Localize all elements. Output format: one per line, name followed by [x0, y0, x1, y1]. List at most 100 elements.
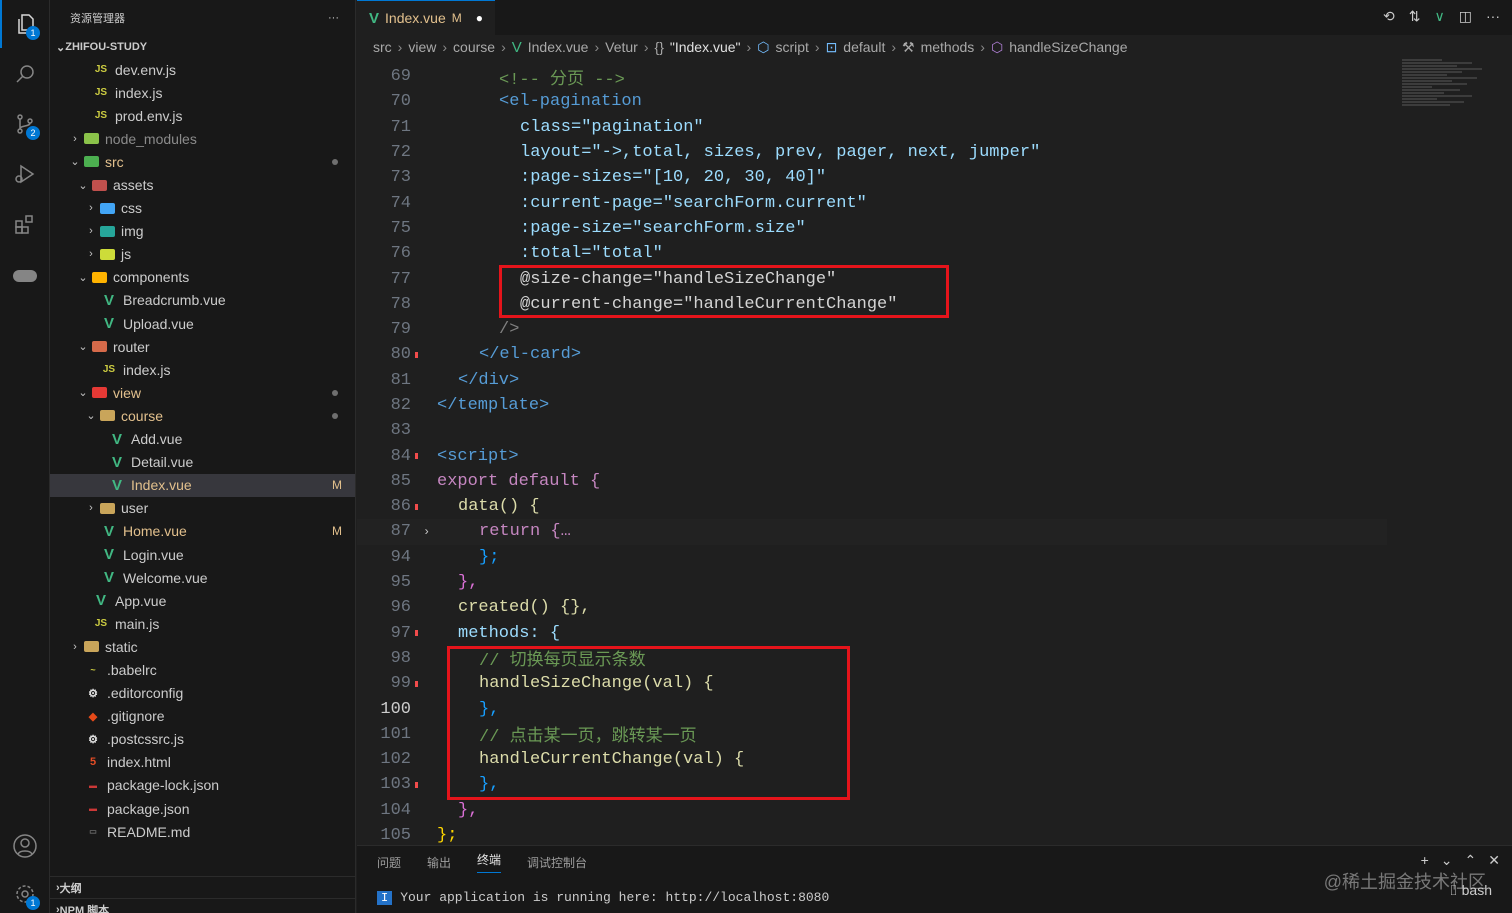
- more-actions-icon[interactable]: ···: [1486, 8, 1500, 25]
- tree-item-main-js[interactable]: JS main.js: [50, 612, 355, 635]
- tree-item-dev-env-js[interactable]: JS dev.env.js: [50, 58, 355, 81]
- braces-icon: {}: [654, 39, 664, 55]
- breadcrumb-item[interactable]: handleSizeChange: [1009, 39, 1127, 55]
- tab-status: M: [451, 11, 462, 25]
- tab-terminal[interactable]: 终端: [477, 851, 502, 873]
- minimap-line: [1402, 74, 1447, 76]
- tree-item-view[interactable]: ⌄ view: [50, 381, 355, 404]
- fold-chevron-right-icon[interactable]: ›: [423, 525, 430, 539]
- code-editor[interactable]: 69 <!-- 分页 --> 70 <el-pagination 71 class="…: [357, 64, 1387, 848]
- source-control-icon[interactable]: 2: [0, 100, 50, 148]
- tree-item-app-vue[interactable]: V App.vue: [50, 589, 355, 612]
- outline-label: 大纲: [59, 882, 82, 895]
- tab-problems[interactable]: 问题: [377, 854, 401, 871]
- vue-preview-icon[interactable]: ∨: [1435, 8, 1445, 25]
- breadcrumb-separator-icon: ›: [594, 39, 600, 55]
- outline-section[interactable]: › 大纲: [50, 876, 355, 898]
- compare-changes-icon[interactable]: ⇅: [1409, 8, 1421, 25]
- unsaved-dot-icon[interactable]: ●: [476, 11, 483, 25]
- tree-item-login-vue[interactable]: V Login.vue: [50, 543, 355, 566]
- tab-index-vue[interactable]: V Index.vue M ●: [357, 0, 495, 35]
- chevron-down-icon: ⌄: [56, 41, 66, 54]
- breadcrumb-item[interactable]: script: [775, 39, 808, 55]
- tree-item-package-lock-json[interactable]: ▬ package-lock.json: [50, 774, 355, 797]
- tree-item-babelrc[interactable]: ~ .babelrc: [50, 658, 355, 681]
- line-number: 85: [390, 471, 411, 491]
- tree-item-welcome-vue[interactable]: V Welcome.vue: [50, 566, 355, 589]
- code-text: </div>: [458, 370, 520, 390]
- maximize-panel-icon[interactable]: ⌃: [1465, 852, 1477, 869]
- split-editor-icon[interactable]: ◫: [1459, 8, 1472, 25]
- tree-item-assets[interactable]: ⌄ assets: [50, 173, 355, 196]
- tab-debug-console[interactable]: 调试控制台: [527, 854, 587, 871]
- tree-item-index-js[interactable]: JS index.js: [50, 81, 355, 104]
- npm-scripts-section[interactable]: › NPM 脚本: [50, 898, 355, 913]
- line-number: 78: [390, 294, 411, 314]
- variable-icon: ⊡: [825, 38, 838, 55]
- tree-item-editorconfig[interactable]: ⚙ .editorconfig: [50, 682, 355, 705]
- tree-item-src[interactable]: ⌄ src: [50, 150, 355, 173]
- new-terminal-plus-icon[interactable]: +: [1421, 852, 1429, 869]
- line-number: 82: [390, 396, 411, 415]
- tree-item-components[interactable]: ⌄ components: [50, 266, 355, 289]
- tree-item-package-json[interactable]: ▬ package.json: [50, 797, 355, 820]
- breadcrumb-item[interactable]: course: [453, 39, 495, 55]
- code-text: },: [458, 573, 479, 593]
- terminal-item-bash[interactable]: ⌷ bash: [1449, 882, 1492, 899]
- extensions-icon[interactable]: [0, 200, 50, 248]
- code-line: 70 <el-pagination: [357, 89, 1387, 114]
- breadcrumb-item[interactable]: "Index.vue": [670, 39, 741, 55]
- tree-item-gitignore[interactable]: ◆ .gitignore: [50, 705, 355, 728]
- settings-badge: 1: [26, 896, 40, 910]
- tab-output[interactable]: 输出: [427, 854, 451, 871]
- chevron-down-icon[interactable]: ⌄: [1441, 852, 1453, 869]
- code-line: 97 methods: {: [357, 621, 1387, 646]
- history-icon[interactable]: ⟲: [1383, 8, 1395, 25]
- breadcrumb-item[interactable]: Index.vue: [528, 39, 589, 55]
- tree-item-course[interactable]: ⌄ course: [50, 404, 355, 427]
- tree-item-readme[interactable]: ▭ README.md: [50, 820, 355, 843]
- run-debug-icon[interactable]: [0, 150, 50, 198]
- close-icon[interactable]: ✕: [1488, 852, 1500, 869]
- tree-item-breadcrumb-vue[interactable]: V Breadcrumb.vue: [50, 289, 355, 312]
- tree-item-upload-vue[interactable]: V Upload.vue: [50, 312, 355, 335]
- code-line: 85 export default {: [357, 469, 1387, 494]
- settings-gear-icon[interactable]: 1: [0, 870, 50, 913]
- tree-item-css[interactable]: › css: [50, 197, 355, 220]
- breadcrumb-item[interactable]: src: [373, 39, 392, 55]
- terminal-output[interactable]: I Your application is running here: http…: [377, 890, 829, 905]
- minimap[interactable]: [1402, 58, 1502, 288]
- tree-item-img[interactable]: › img: [50, 220, 355, 243]
- tree-item-index-html[interactable]: 5 index.html: [50, 751, 355, 774]
- tree-item-user[interactable]: › user: [50, 497, 355, 520]
- gamepad-icon[interactable]: [0, 252, 50, 300]
- tree-item-prod-env-js[interactable]: JS prod.env.js: [50, 104, 355, 127]
- tree-item-static[interactable]: › static: [50, 635, 355, 658]
- vue-file-icon: V: [111, 476, 122, 494]
- more-actions-icon[interactable]: ···: [328, 12, 339, 24]
- tree-item-router-index-js[interactable]: JS index.js: [50, 358, 355, 381]
- breadcrumb-item[interactable]: Vetur: [605, 39, 638, 55]
- chevron-down-icon: ⌄: [78, 387, 88, 400]
- tree-item-node-modules[interactable]: › node_modules: [50, 127, 355, 150]
- terminal-info-badge: I: [377, 890, 393, 905]
- breadcrumb-item[interactable]: view: [408, 39, 436, 55]
- account-icon[interactable]: [0, 822, 50, 870]
- workspace-folder[interactable]: ⌄ ZHIFOU-STUDY: [50, 35, 355, 59]
- breadcrumb-separator-icon: ›: [643, 39, 649, 55]
- explorer-icon[interactable]: 1: [0, 0, 50, 48]
- tree-item-js[interactable]: › js: [50, 243, 355, 266]
- breadcrumb-item[interactable]: default: [843, 39, 885, 55]
- tree-item-add-vue[interactable]: V Add.vue: [50, 428, 355, 451]
- breadcrumb-item[interactable]: methods: [921, 39, 975, 55]
- search-icon[interactable]: [0, 50, 50, 98]
- tree-item-index-vue[interactable]: V Index.vue M: [50, 473, 355, 497]
- tree-item-postcssrc[interactable]: ⚙ .postcssrc.js: [50, 728, 355, 751]
- modified-dot: [332, 412, 338, 419]
- tree-item-detail-vue[interactable]: V Detail.vue: [50, 451, 355, 474]
- js-file-icon: JS: [94, 110, 108, 122]
- js-file-icon: JS: [94, 618, 108, 630]
- tree-item-home-vue[interactable]: V Home.vue M: [50, 520, 355, 543]
- tree-item-label: Welcome.vue: [123, 569, 208, 586]
- tree-item-router[interactable]: ⌄ router: [50, 335, 355, 358]
